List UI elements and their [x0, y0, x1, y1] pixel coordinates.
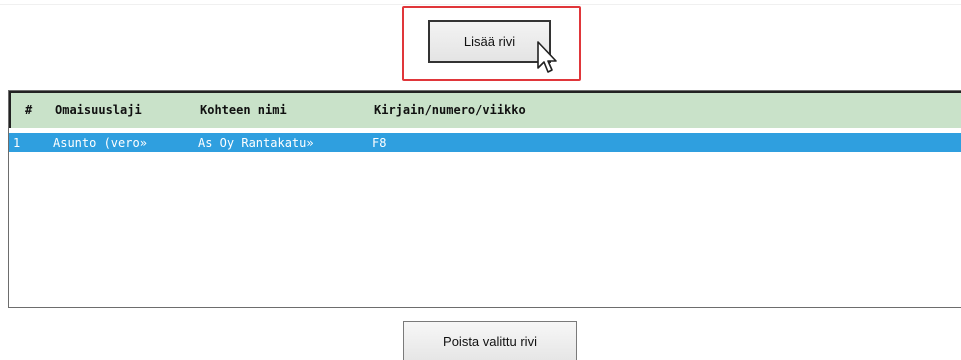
- divider: [0, 4, 961, 5]
- table-row[interactable]: 1 Asunto (vero» As Oy Rantakatu» F8: [9, 133, 961, 152]
- column-header-target-name[interactable]: Kohteen nimi: [200, 103, 287, 117]
- letter-number-week-cell[interactable]: F8: [372, 136, 386, 150]
- column-header-asset-type[interactable]: Omaisuuslaji: [55, 103, 142, 117]
- mouse-pointer-icon: [537, 41, 557, 73]
- add-row-button[interactable]: Lisää rivi: [428, 20, 551, 63]
- remove-selected-row-button[interactable]: Poista valittu rivi: [403, 321, 577, 360]
- add-row-button-label: Lisää rivi: [463, 34, 516, 49]
- assets-table[interactable]: # Omaisuuslaji Kohteen nimi Kirjain/nume…: [8, 90, 961, 308]
- asset-type-cell[interactable]: Asunto (vero»: [53, 136, 147, 150]
- remove-selected-row-button-label: Poista valittu rivi: [443, 333, 537, 349]
- table-header: # Omaisuuslaji Kohteen nimi Kirjain/nume…: [9, 91, 961, 128]
- column-header-number[interactable]: #: [25, 103, 32, 117]
- page: Lisää rivi # Omaisuuslaji Kohteen nimi K…: [0, 0, 961, 360]
- row-number-cell[interactable]: 1: [13, 136, 20, 150]
- target-name-cell[interactable]: As Oy Rantakatu»: [198, 136, 314, 150]
- column-header-letter-number-week[interactable]: Kirjain/numero/viikko: [374, 103, 526, 117]
